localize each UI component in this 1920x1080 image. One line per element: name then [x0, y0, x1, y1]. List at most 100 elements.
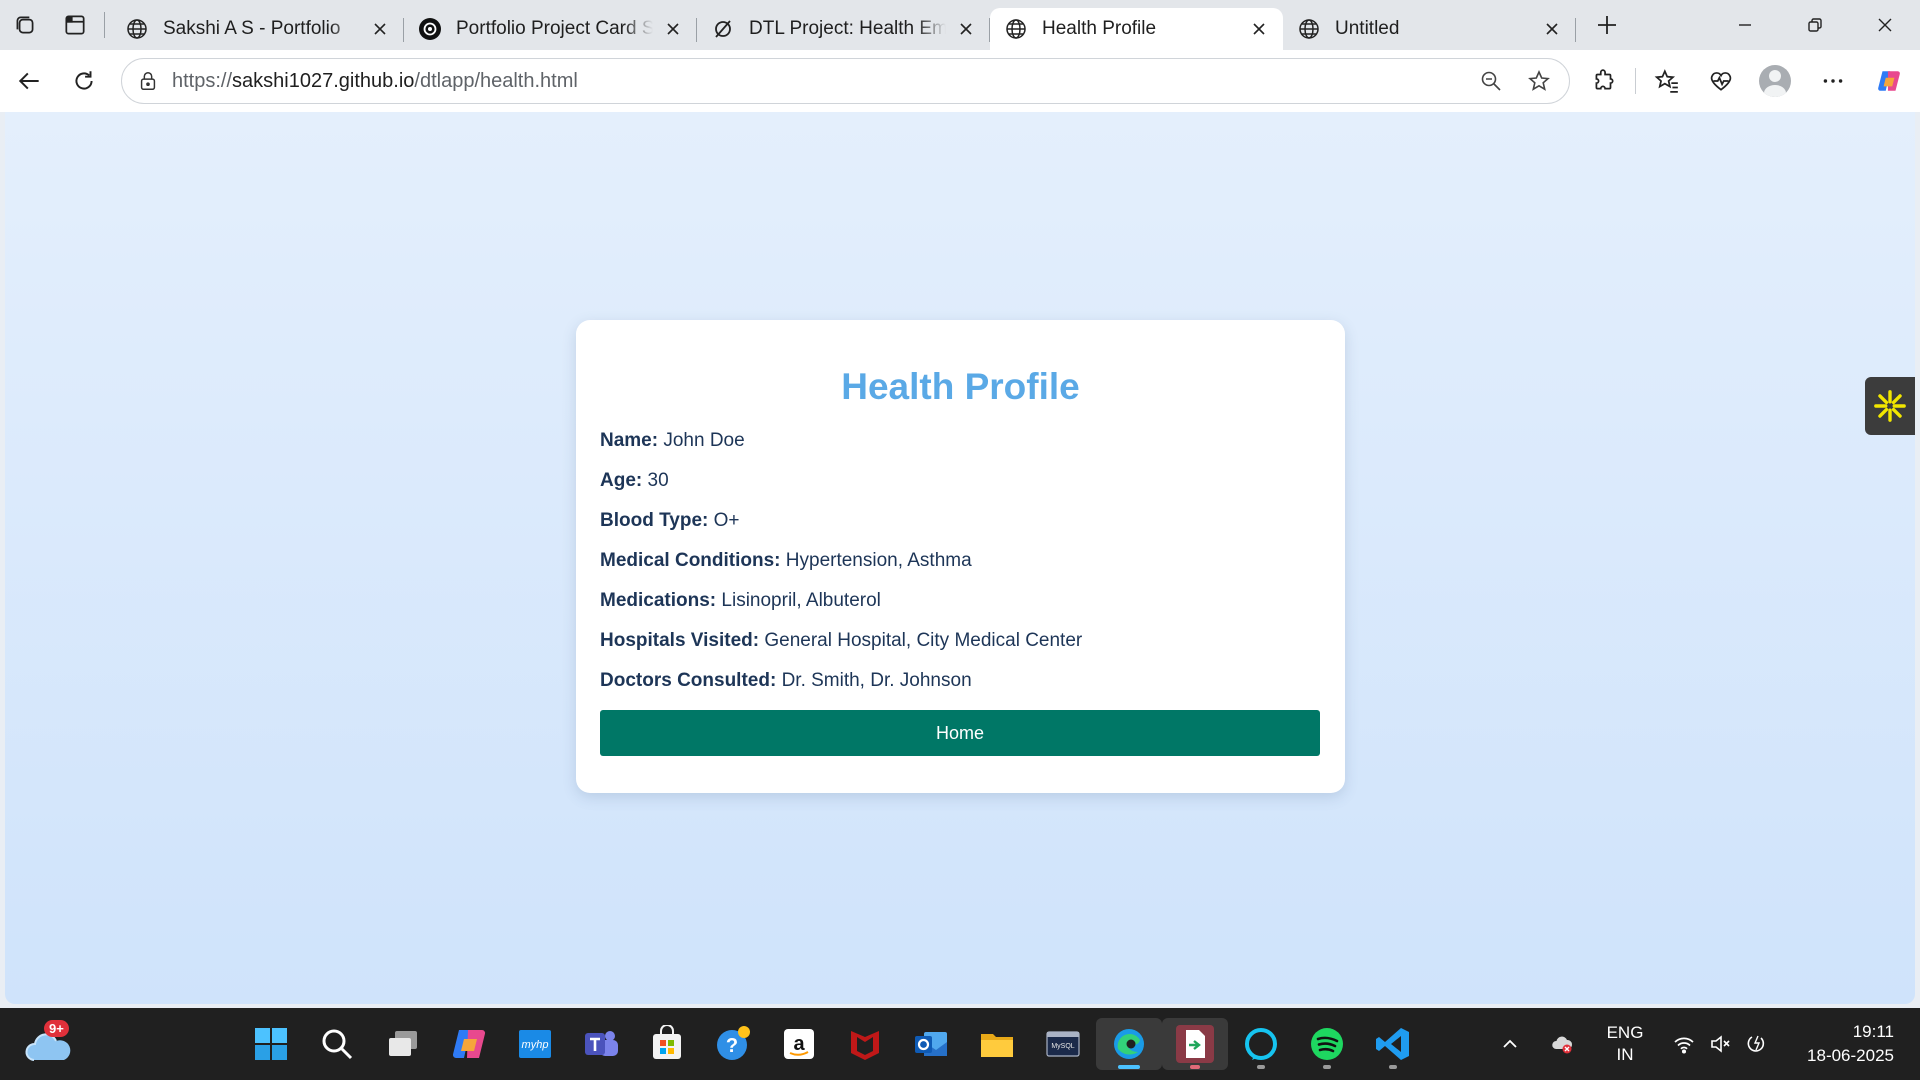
tab-actions-button[interactable] [50, 0, 100, 50]
volume-button[interactable] [1702, 1024, 1738, 1064]
task-view-button[interactable] [370, 1018, 436, 1070]
field-value: General Hospital, City Medical Center [764, 630, 1083, 651]
show-hidden-icons-button[interactable] [1488, 1024, 1532, 1064]
taskbar-apps: myhp ? a MySQL [238, 1018, 1426, 1070]
battery-button[interactable] [1738, 1024, 1774, 1064]
notification-badge: 9+ [44, 1020, 69, 1037]
close-tab-icon[interactable] [1540, 17, 1564, 41]
chevron-up-icon [1503, 1039, 1517, 1048]
zoom-button[interactable] [1467, 59, 1515, 103]
refresh-icon [75, 71, 93, 90]
edge-app[interactable] [1096, 1018, 1162, 1070]
favorites-icon [1654, 69, 1678, 93]
profile-button[interactable] [1748, 54, 1802, 108]
more-options-button[interactable] [1806, 54, 1860, 108]
amazon-app[interactable]: a [766, 1018, 832, 1070]
wifi-button[interactable] [1666, 1024, 1702, 1064]
tab-portfolio-card[interactable]: Portfolio Project Card Set [404, 8, 697, 50]
field-label: Doctors Consulted: [600, 670, 777, 691]
favorites-button[interactable] [1640, 54, 1694, 108]
start-button[interactable] [238, 1018, 304, 1070]
onedrive-status-button[interactable] [1540, 1024, 1584, 1064]
close-tab-icon[interactable] [368, 17, 392, 41]
address-bar[interactable]: https://sakshi1027.github.io/dtlapp/heal… [121, 58, 1570, 104]
tab-title: DTL Project: Health Emergency [749, 18, 946, 39]
file-transfer-app[interactable] [1162, 1018, 1228, 1070]
svg-text:a: a [793, 1033, 805, 1055]
amazon-icon: a [784, 1029, 814, 1059]
minimize-button[interactable] [1710, 0, 1780, 50]
system-tray: ENG IN 19:11 18-06-2025 [1488, 1008, 1920, 1080]
zoom-out-icon [1481, 71, 1501, 91]
outlook-app[interactable] [898, 1018, 964, 1070]
tab-divider [104, 12, 105, 38]
language-code: ENG [1606, 1023, 1644, 1042]
favorite-button[interactable] [1515, 59, 1563, 103]
compass-icon [711, 17, 735, 41]
spotify-app[interactable] [1294, 1018, 1360, 1070]
region-code: IN [1616, 1045, 1634, 1064]
field-label: Medications: [600, 590, 717, 611]
star-icon [1528, 70, 1550, 91]
svg-text:myhp: myhp [522, 1039, 549, 1051]
time: 19:11 [1852, 1022, 1894, 1041]
close-tab-icon[interactable] [661, 17, 685, 41]
running-indicator [1118, 1065, 1140, 1069]
myhp-icon: myhp [519, 1030, 551, 1058]
cloud-error-icon [1552, 1036, 1573, 1054]
language-indicator[interactable]: ENG IN [1594, 1022, 1656, 1066]
tab-portfolio[interactable]: Sakshi A S - Portfolio [111, 8, 404, 50]
file-explorer-app[interactable] [964, 1018, 1030, 1070]
lock-icon[interactable] [134, 67, 162, 95]
close-tab-icon[interactable] [1247, 17, 1271, 41]
home-button[interactable]: Home [600, 710, 1320, 756]
vscode-icon [1376, 1028, 1409, 1060]
side-widget-button[interactable] [1865, 377, 1915, 435]
close-tab-icon[interactable] [954, 17, 978, 41]
myhp-app[interactable]: myhp [502, 1018, 568, 1070]
minimize-icon [1739, 24, 1751, 26]
copilot-button[interactable] [1862, 54, 1916, 108]
globe-icon [1004, 17, 1028, 41]
url-prefix: https:// [172, 69, 233, 92]
copilot-app[interactable] [436, 1018, 502, 1070]
restore-icon [1808, 18, 1822, 32]
microsoft-store-app[interactable] [634, 1018, 700, 1070]
vscode-app[interactable] [1360, 1018, 1426, 1070]
tab-strip: Sakshi A S - Portfolio Portfolio Project… [0, 0, 1920, 50]
browser-essentials-button[interactable] [1694, 54, 1748, 108]
heartbeat-icon [1710, 72, 1732, 91]
window-controls [1710, 0, 1920, 50]
mcafee-icon [851, 1031, 879, 1060]
teams-app[interactable] [568, 1018, 634, 1070]
url-text[interactable]: https://sakshi1027.github.io/dtlapp/heal… [172, 70, 578, 93]
help-icon: ? [717, 1026, 750, 1060]
restore-button[interactable] [1780, 0, 1850, 50]
page-viewport: Health Profile Name: John Doe Age: 30 Bl… [5, 112, 1915, 1004]
search-button[interactable] [304, 1018, 370, 1070]
refresh-button[interactable] [57, 54, 111, 108]
workspaces-button[interactable] [0, 0, 50, 50]
toolbar-right [1577, 54, 1920, 108]
field-value: Hypertension, Asthma [785, 550, 972, 571]
close-window-button[interactable] [1850, 0, 1920, 50]
mcafee-app[interactable] [832, 1018, 898, 1070]
tab-health-profile[interactable]: Health Profile [990, 8, 1283, 50]
running-indicator [1257, 1065, 1265, 1069]
mysql-workbench-app[interactable]: MySQL [1030, 1018, 1096, 1070]
globe-icon [1297, 17, 1321, 41]
tab-dtl-project[interactable]: DTL Project: Health Emergency [697, 8, 990, 50]
folder-icon [981, 1034, 1013, 1057]
chatgpt-icon [418, 17, 442, 41]
alexa-app[interactable] [1228, 1018, 1294, 1070]
extensions-button[interactable] [1577, 54, 1631, 108]
back-button[interactable] [3, 54, 57, 108]
tab-untitled[interactable]: Untitled [1283, 8, 1576, 50]
profile-field-medications: Medications: Lisinopril, Albuterol [600, 590, 1321, 630]
new-tab-button[interactable] [1582, 0, 1632, 50]
field-value: Lisinopril, Albuterol [721, 590, 881, 611]
get-help-app[interactable]: ? [700, 1018, 766, 1070]
running-indicator [1190, 1065, 1200, 1069]
clock[interactable]: 19:11 18-06-2025 [1774, 1020, 1894, 1068]
search-icon [322, 1029, 353, 1060]
